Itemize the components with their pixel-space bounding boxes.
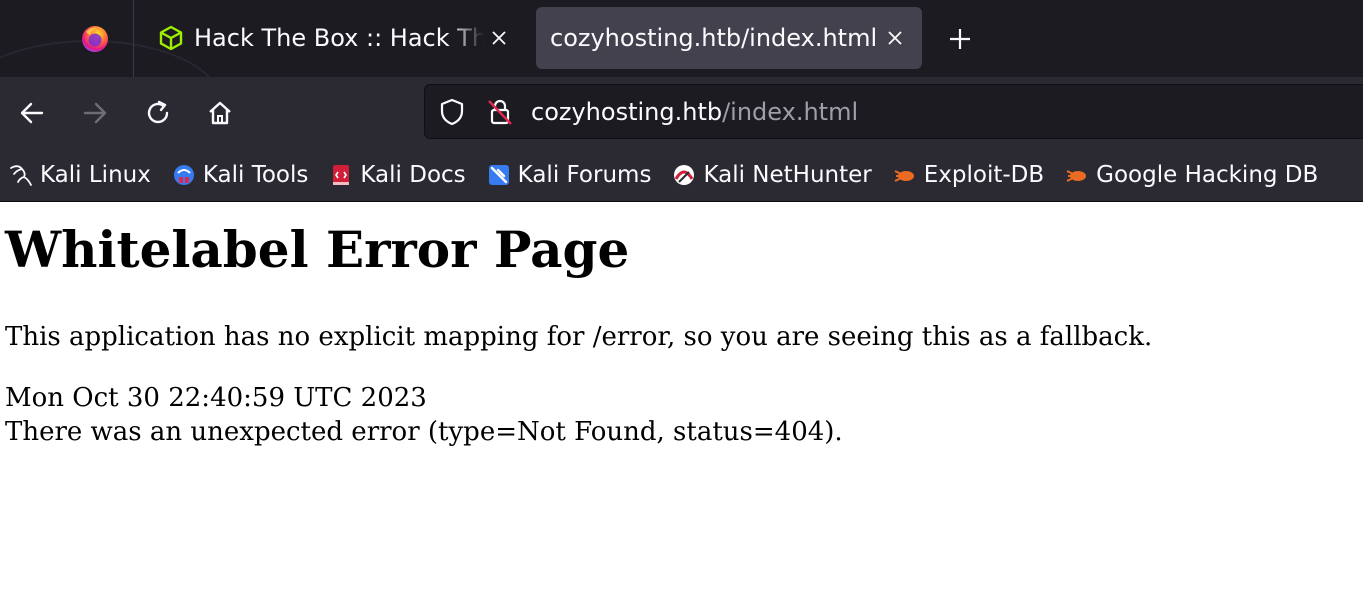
close-tab-icon[interactable] xyxy=(880,23,910,53)
bookmark-kali-nethunter[interactable]: Kali NetHunter xyxy=(671,162,872,188)
page-content: Whitelabel Error Page This application h… xyxy=(0,203,1363,594)
insecure-lock-icon[interactable] xyxy=(485,97,515,127)
page-heading: Whitelabel Error Page xyxy=(5,220,630,279)
bookmark-label: Exploit-DB xyxy=(923,162,1045,188)
tab-strip: Hack The Box :: Hack The Box cozyhosting… xyxy=(0,0,1363,77)
bookmark-label: Kali Forums xyxy=(517,162,652,188)
error-timestamp: Mon Oct 30 22:40:59 UTC 2023 xyxy=(5,383,427,413)
home-icon[interactable] xyxy=(202,95,238,131)
tab-divider xyxy=(133,0,134,77)
bookmarks-toolbar: Kali Linux Kali Tools Kali Docs Kali For… xyxy=(0,149,1363,202)
kali-nethunter-icon xyxy=(671,162,697,188)
kali-forums-icon xyxy=(486,162,512,188)
tab-cozyhosting[interactable]: cozyhosting.htb/index.html xyxy=(536,7,922,69)
kali-docs-icon xyxy=(328,162,354,188)
bookmark-kali-tools[interactable]: Kali Tools xyxy=(171,162,309,188)
new-tab-plus-icon[interactable] xyxy=(942,24,978,54)
error-explanation: This application has no explicit mapping… xyxy=(5,322,1153,352)
bookmark-label: Google Hacking DB xyxy=(1096,162,1319,188)
reload-icon[interactable] xyxy=(140,95,176,131)
close-tab-icon[interactable] xyxy=(484,23,514,53)
bookmark-google-hacking-db[interactable]: Google Hacking DB xyxy=(1064,162,1318,188)
tab-hack-the-box[interactable]: Hack The Box :: Hack The Box xyxy=(146,7,526,69)
bookmark-kali-forums[interactable]: Kali Forums xyxy=(486,162,652,188)
url-domain: cozyhosting.htb xyxy=(531,97,723,126)
firefox-logo-icon[interactable] xyxy=(80,24,110,54)
navigation-toolbar: cozyhosting.htb/index.html xyxy=(0,77,1363,149)
url-bar[interactable]: cozyhosting.htb/index.html xyxy=(424,84,1363,139)
google-hacking-db-icon xyxy=(1064,162,1090,188)
bookmark-label: Kali Tools xyxy=(202,162,309,188)
url-path: /index.html xyxy=(722,97,859,126)
bookmark-label: Kali NetHunter xyxy=(703,162,872,188)
bookmark-exploit-db[interactable]: Exploit-DB xyxy=(892,162,1044,188)
error-details: There was an unexpected error (type=Not … xyxy=(5,417,843,447)
url-text[interactable]: cozyhosting.htb/index.html xyxy=(531,98,858,126)
hack-the-box-cube-icon xyxy=(158,25,184,51)
bookmark-label: Kali Docs xyxy=(360,162,466,188)
tracking-protection-shield-icon[interactable] xyxy=(437,97,467,127)
forward-arrow-icon[interactable] xyxy=(77,95,113,131)
bookmark-kali-docs[interactable]: Kali Docs xyxy=(328,162,466,188)
exploit-db-icon xyxy=(892,162,918,188)
bookmark-label: Kali Linux xyxy=(40,162,151,188)
kali-tools-icon xyxy=(171,162,197,188)
tab-title: Hack The Box :: Hack The Box xyxy=(194,24,484,52)
back-arrow-icon[interactable] xyxy=(14,95,50,131)
bookmark-kali-linux[interactable]: Kali Linux xyxy=(8,162,151,188)
kali-dragon-icon xyxy=(8,162,34,188)
tab-title: cozyhosting.htb/index.html xyxy=(550,24,878,52)
